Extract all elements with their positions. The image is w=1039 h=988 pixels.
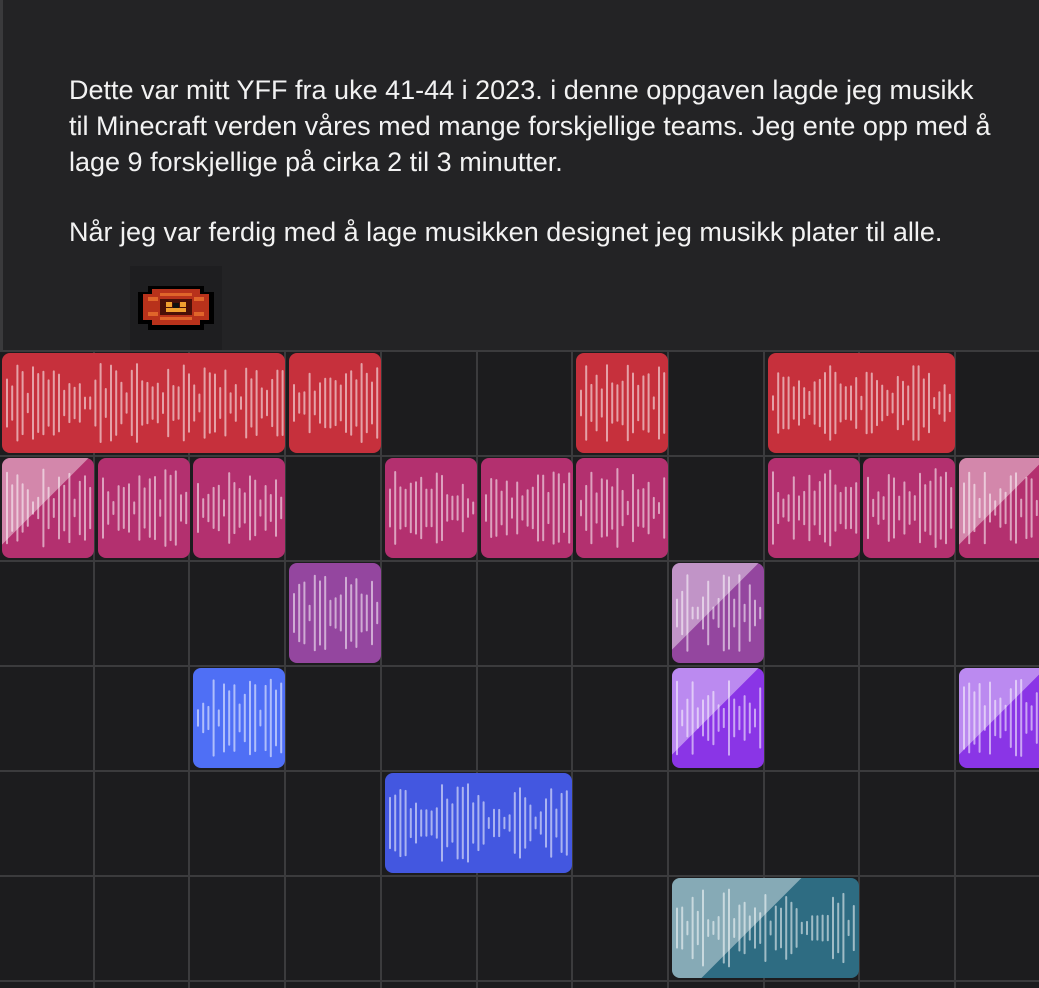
waveform bbox=[676, 574, 762, 652]
description-paragraph-1: Dette var mitt YFF fra uke 41-44 i 2023.… bbox=[69, 75, 991, 177]
track-2-clip[interactable] bbox=[863, 458, 955, 558]
grid-line-horizontal bbox=[0, 875, 1039, 877]
grid-line-horizontal bbox=[0, 980, 1039, 982]
grid-line-horizontal bbox=[0, 665, 1039, 667]
description-text: Dette var mitt YFF fra uke 41-44 i 2023.… bbox=[69, 72, 999, 250]
waveform bbox=[6, 363, 284, 443]
waveform bbox=[580, 468, 666, 548]
waveform bbox=[580, 364, 666, 442]
track-2-clip[interactable] bbox=[385, 458, 477, 558]
grid-line-horizontal bbox=[0, 770, 1039, 772]
track-2-clip[interactable] bbox=[768, 458, 860, 558]
clip-grid bbox=[0, 350, 1039, 988]
track-4-clip[interactable] bbox=[193, 668, 285, 768]
waveform bbox=[772, 469, 858, 547]
waveform bbox=[963, 471, 1038, 545]
track-3-clip[interactable] bbox=[672, 563, 764, 663]
waveform bbox=[389, 471, 475, 545]
track-2-clip[interactable] bbox=[98, 458, 190, 558]
waveform bbox=[867, 468, 953, 548]
track-6-clip[interactable] bbox=[672, 878, 859, 978]
track-2-clip[interactable] bbox=[2, 458, 94, 558]
grid-line-vertical bbox=[476, 350, 478, 988]
waveform bbox=[6, 468, 92, 548]
waveform bbox=[197, 678, 283, 758]
track-5-clip[interactable] bbox=[385, 773, 572, 873]
waveform bbox=[293, 363, 379, 443]
grid-line-horizontal bbox=[0, 350, 1039, 352]
track-2-clip[interactable] bbox=[959, 458, 1039, 558]
track-3-clip[interactable] bbox=[289, 563, 381, 663]
waveform bbox=[963, 679, 1038, 757]
track-2-clip[interactable] bbox=[481, 458, 573, 558]
track-4-clip[interactable] bbox=[959, 668, 1039, 768]
track-1-clip[interactable] bbox=[2, 353, 285, 453]
waveform bbox=[293, 574, 379, 652]
track-1-clip[interactable] bbox=[289, 353, 381, 453]
track-2-clip[interactable] bbox=[193, 458, 285, 558]
waveform bbox=[676, 888, 855, 968]
waveform bbox=[197, 472, 283, 544]
waveform bbox=[485, 471, 571, 545]
music-disc-icon bbox=[130, 266, 222, 352]
track-1-clip[interactable] bbox=[576, 353, 668, 453]
waveform bbox=[676, 680, 762, 756]
grid-line-horizontal bbox=[0, 455, 1039, 457]
waveform bbox=[772, 365, 951, 441]
track-1-clip[interactable] bbox=[768, 353, 955, 453]
description-paragraph-2: Når jeg var ferdig med å lage musikken d… bbox=[69, 217, 943, 247]
grid-line-vertical bbox=[571, 350, 573, 988]
track-4-clip[interactable] bbox=[672, 668, 764, 768]
waveform bbox=[102, 469, 188, 547]
track-2-clip[interactable] bbox=[576, 458, 668, 558]
grid-line-horizontal bbox=[0, 560, 1039, 562]
waveform bbox=[389, 783, 568, 863]
